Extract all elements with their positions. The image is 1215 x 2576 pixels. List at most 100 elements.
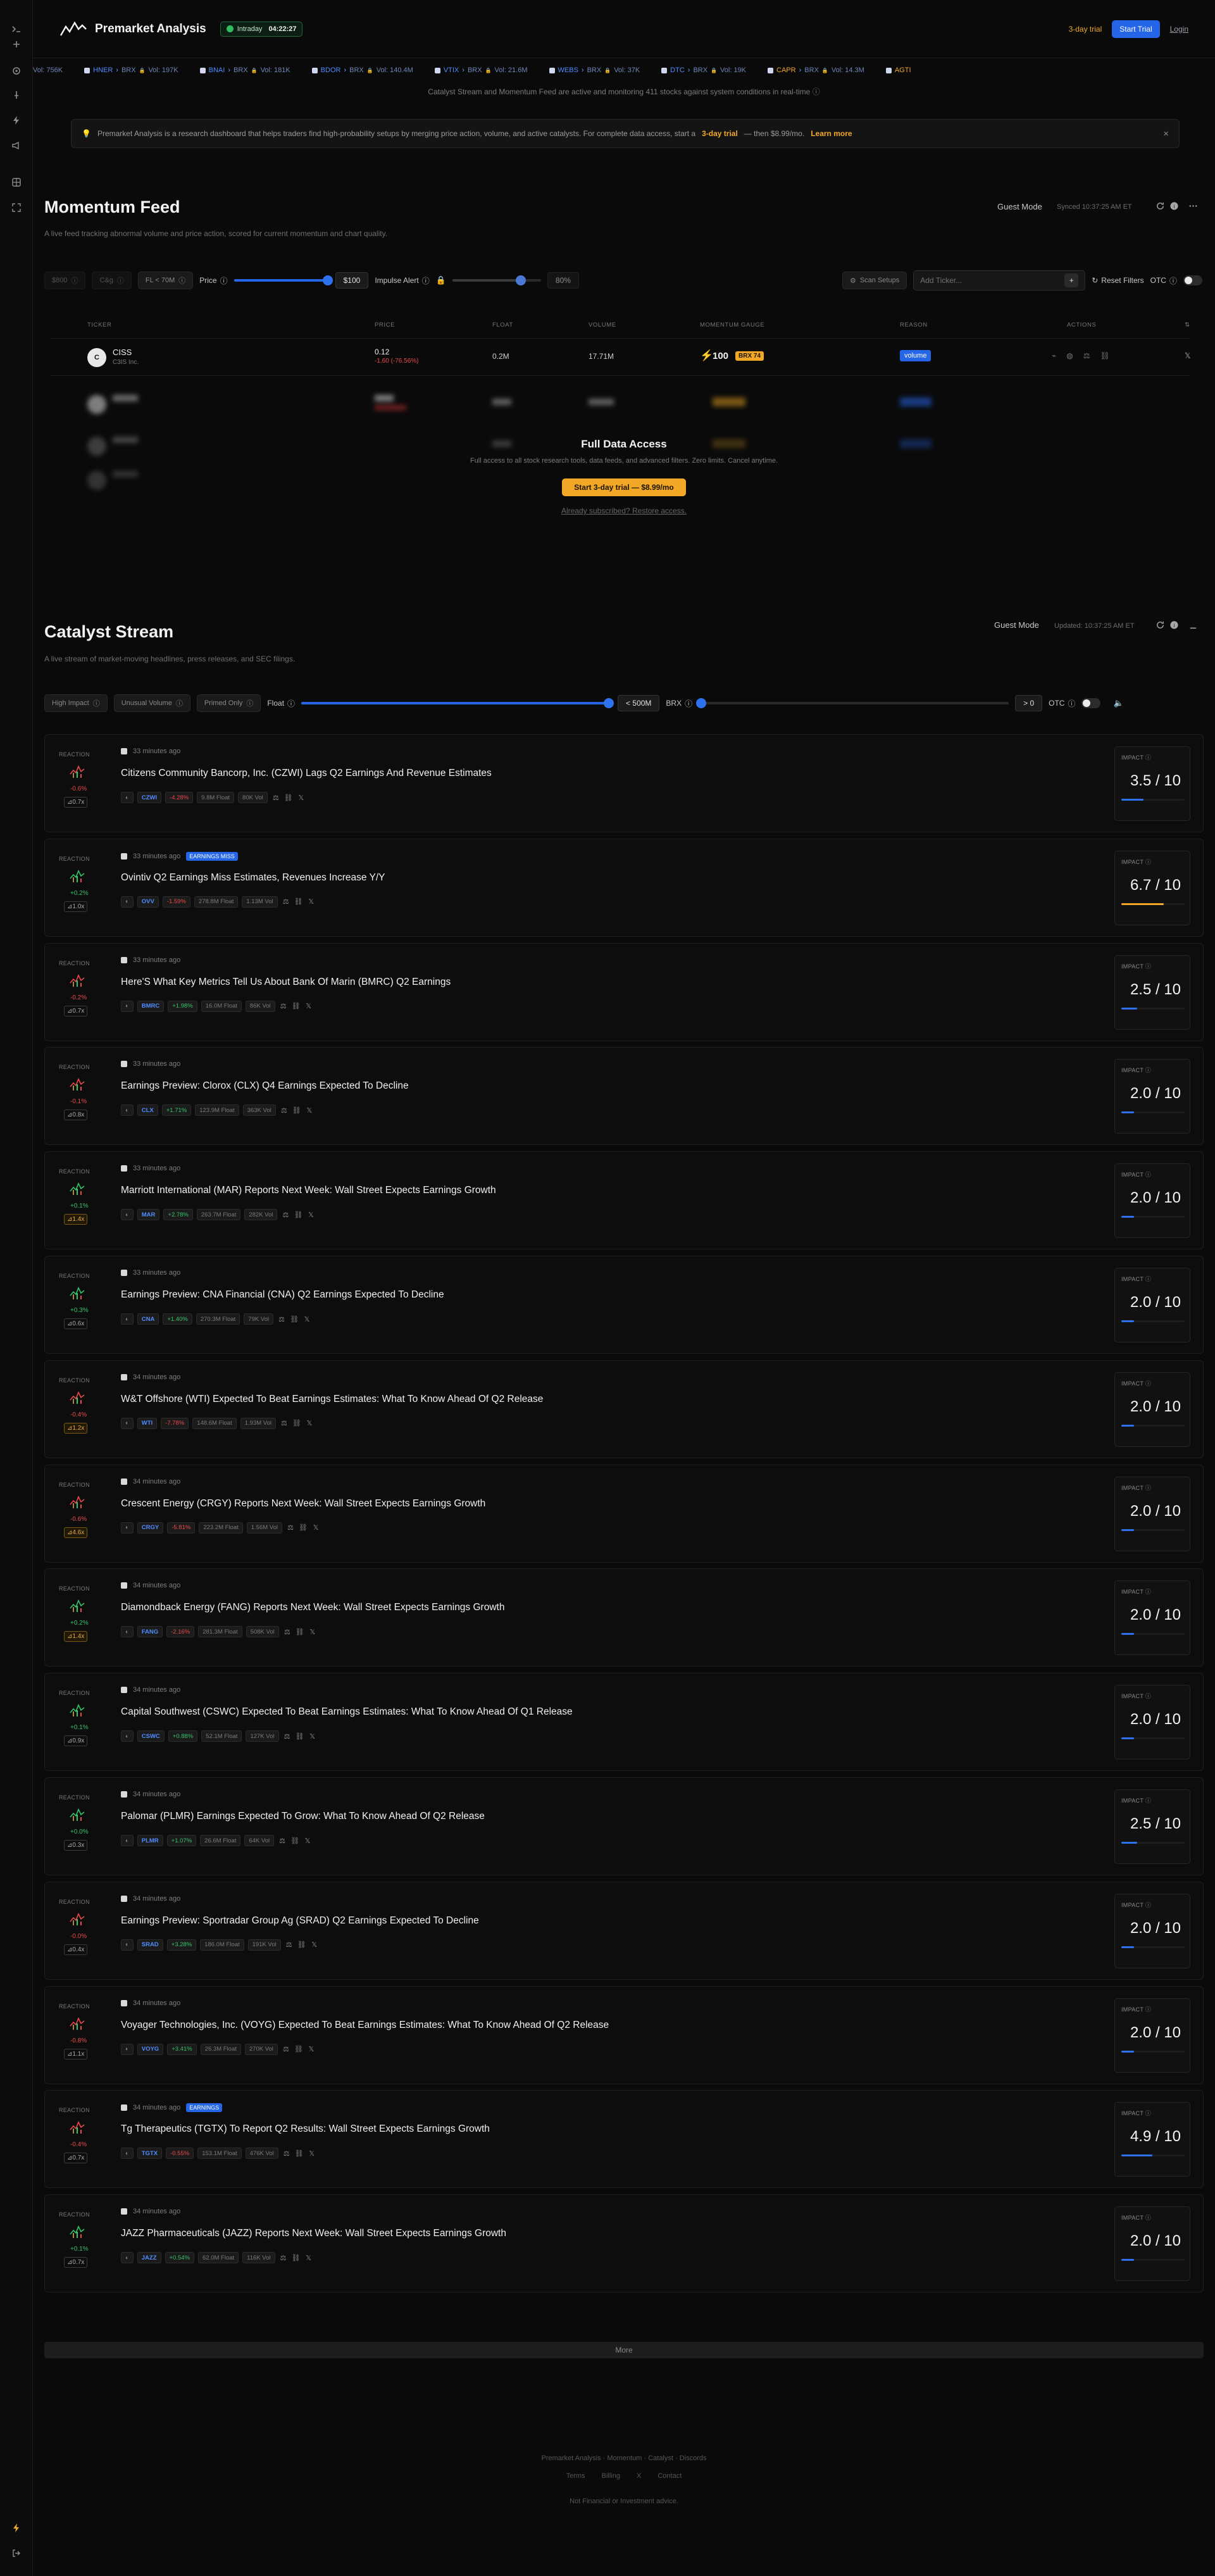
chart-icon[interactable]: ⌁ <box>1052 351 1056 360</box>
ticker-item[interactable]: CAPR › BRX 🔒 Vol: 14.3M <box>768 66 864 74</box>
filter-primed-only[interactable]: Primed Only ⓘ <box>196 694 261 712</box>
plus-icon[interactable]: + <box>1064 273 1079 287</box>
filter-unusual-volume[interactable]: Unusual Volume ⓘ <box>113 694 190 712</box>
spark-icon[interactable] <box>0 2519 33 2537</box>
x-icon[interactable]: 𝕏 <box>307 2045 316 2053</box>
card-headline[interactable]: Ovintiv Q2 Earnings Miss Estimates, Reve… <box>121 872 385 884</box>
link-icon[interactable]: ⛓ <box>292 1106 301 1115</box>
card-headline[interactable]: Citizens Community Bancorp, Inc. (CZWI) … <box>121 768 492 779</box>
ticker-item[interactable]: HNER › BRX 🔒 Vol: 197K <box>84 66 178 74</box>
catalyst-card[interactable]: REACTION +0.1% ⊿0.9x 34 minutes ago Capital … <box>44 1673 1204 1772</box>
x-icon[interactable]: 𝕏 <box>308 1628 317 1636</box>
card-headline[interactable]: Earnings Preview: Clorox (CLX) Q4 Earnin… <box>121 1080 409 1092</box>
pin-icon[interactable] <box>0 86 33 104</box>
more-button[interactable]: More <box>44 2342 1204 2358</box>
float-value[interactable]: < 500M <box>618 695 660 711</box>
card-headline[interactable]: Crescent Energy (CRGY) Reports Next Week… <box>121 1498 485 1510</box>
ticker-item[interactable]: Vol: 756K <box>33 66 63 74</box>
paywall-start-trial-button[interactable]: Start 3-day trial — $8.99/mo <box>562 478 686 496</box>
ticker-item[interactable]: DTC › BRX 🔒 Vol: 19K <box>661 66 746 74</box>
card-symbol[interactable]: CLX <box>137 1104 158 1116</box>
card-symbol[interactable]: WTI <box>137 1417 158 1429</box>
x-icon[interactable]: 𝕏 <box>297 794 306 802</box>
ticker-item[interactable]: BNAI › BRX 🔒 Vol: 181K <box>199 66 290 74</box>
catalyst-card[interactable]: REACTION -0.6% ⊿0.7x 33 minutes ago Citizens… <box>44 734 1204 832</box>
help-icon[interactable]: i <box>1169 620 1179 630</box>
col-volume[interactable]: VOLUME <box>589 322 616 328</box>
more-icon[interactable] <box>1188 201 1198 211</box>
card-headline[interactable]: Marriott International (MAR) Reports Nex… <box>121 1185 496 1196</box>
card-symbol[interactable]: MAR <box>137 1209 160 1221</box>
megaphone-icon[interactable] <box>0 137 33 154</box>
start-trial-button[interactable]: Start Trial <box>1112 20 1160 38</box>
sec-icon[interactable]: ⚖ <box>283 1732 292 1741</box>
float-slider[interactable] <box>301 698 614 708</box>
filter-high-impact[interactable]: High Impact ⓘ <box>44 694 108 712</box>
minimize-icon[interactable] <box>1188 622 1198 632</box>
sec-icon[interactable]: ⚖ <box>277 1315 286 1323</box>
x-icon[interactable]: 𝕏 <box>304 1002 313 1010</box>
catalyst-card[interactable]: REACTION -0.4% ⊿1.2x 34 minutes ago W&T Offs… <box>44 1360 1204 1458</box>
restore-access-link[interactable]: Already subscribed? Restore access. <box>33 506 1215 515</box>
card-symbol[interactable]: FANG <box>137 1626 163 1638</box>
filter-chip-price-cap[interactable]: $800 ⓘ <box>44 272 86 289</box>
sec-icon[interactable]: ⚖ <box>279 2254 288 2262</box>
x-icon[interactable]: 𝕏 <box>308 1732 317 1741</box>
sec-icon[interactable]: ⚖ <box>282 897 290 906</box>
billing-link[interactable]: Billing <box>602 2472 620 2480</box>
x-icon[interactable]: 𝕏 <box>306 1211 315 1219</box>
link-icon[interactable]: ⛓ <box>294 2045 303 2053</box>
sec-icon[interactable]: ⚖ <box>281 1211 290 1219</box>
close-icon[interactable]: × <box>1163 128 1169 139</box>
link-icon[interactable]: ⛓ <box>294 1211 302 1219</box>
x-icon[interactable]: 𝕏 <box>1185 351 1191 360</box>
sec-icon[interactable]: ⚖ <box>283 1628 292 1636</box>
brand[interactable]: Premarket Analysis <box>59 20 206 38</box>
card-headline[interactable]: JAZZ Pharmaceuticals (JAZZ) Reports Next… <box>121 2228 506 2239</box>
card-symbol[interactable]: CSWC <box>137 1730 165 1742</box>
catalyst-card[interactable]: REACTION +0.1% ⊿1.4x 33 minutes ago Marriott… <box>44 1151 1204 1250</box>
col-momentum-gauge[interactable]: MOMENTUM GAUGE <box>700 322 764 328</box>
catalyst-card[interactable]: REACTION -0.2% ⊿0.7x 33 minutes ago Here'S W… <box>44 942 1204 1041</box>
scan-setups-button[interactable]: ⚙ Scan Setups <box>842 272 907 289</box>
price-value[interactable]: $100 <box>335 272 369 289</box>
sort-icon[interactable]: ⇅ <box>1185 322 1190 328</box>
sec-icon[interactable]: ⚖ <box>1083 351 1090 360</box>
card-headline[interactable]: Tg Therapeutics (TGTX) To Report Q2 Resu… <box>121 2123 490 2135</box>
col-price[interactable]: PRICE <box>375 322 395 328</box>
sound-icon[interactable]: 🔈 <box>1113 698 1123 708</box>
card-headline[interactable]: Capital Southwest (CSWC) Expected To Bea… <box>121 1706 573 1718</box>
catalyst-card[interactable]: REACTION +0.1% ⊿0.7x 34 minutes ago JAZZ Pha… <box>44 2194 1204 2293</box>
card-symbol[interactable]: TGTX <box>137 2148 163 2160</box>
link-icon[interactable]: ⛓ <box>290 1315 299 1323</box>
ticker-item[interactable]: WEBS › BRX 🔒 Vol: 37K <box>549 66 640 74</box>
sec-icon[interactable]: ⚖ <box>285 1941 294 1949</box>
card-headline[interactable]: Earnings Preview: Sportradar Group Ag (S… <box>121 1915 479 1927</box>
card-headline[interactable]: Diamondback Energy (FANG) Reports Next W… <box>121 1602 504 1613</box>
x-link[interactable]: X <box>637 2472 641 2480</box>
expand-icon[interactable] <box>0 199 33 216</box>
impulse-value[interactable]: 80% <box>547 272 579 289</box>
card-symbol[interactable]: VOYG <box>137 2043 164 2055</box>
catalyst-card[interactable]: REACTION -0.6% ⊿4.6x 34 minutes ago Crescent… <box>44 1464 1204 1563</box>
card-symbol[interactable]: SRAD <box>137 1939 163 1951</box>
impulse-slider[interactable] <box>452 275 541 285</box>
col-reason[interactable]: REASON <box>900 322 928 328</box>
x-icon[interactable]: 𝕏 <box>303 1837 312 1845</box>
x-icon[interactable]: 𝕏 <box>310 1941 319 1949</box>
sec-icon[interactable]: ⚖ <box>278 1837 287 1845</box>
link-icon[interactable]: ⛓ <box>290 1837 299 1845</box>
sec-icon[interactable]: ⚖ <box>280 1106 289 1115</box>
catalyst-card[interactable]: REACTION -0.4% ⊿0.7x 34 minutes ago EARNINGS… <box>44 2090 1204 2189</box>
card-headline[interactable]: Here'S What Key Metrics Tell Us About Ba… <box>121 977 451 988</box>
card-headline[interactable]: Palomar (PLMR) Earnings Expected To Grow… <box>121 1811 485 1822</box>
link-icon[interactable]: ⛓ <box>292 2254 301 2262</box>
terms-link[interactable]: Terms <box>566 2472 585 2480</box>
card-headline[interactable]: W&T Offshore (WTI) Expected To Beat Earn… <box>121 1394 543 1405</box>
plus-icon[interactable] <box>0 35 33 53</box>
table-row[interactable]: C CISS C3IS Inc. 0.12 -1.60 (-76.56%) 0.… <box>51 338 1191 376</box>
login-link[interactable]: Login <box>1170 25 1188 34</box>
link-icon[interactable]: ⛓ <box>297 1941 306 1949</box>
x-icon[interactable]: 𝕏 <box>307 897 316 906</box>
x-icon[interactable]: 𝕏 <box>305 1419 314 1427</box>
